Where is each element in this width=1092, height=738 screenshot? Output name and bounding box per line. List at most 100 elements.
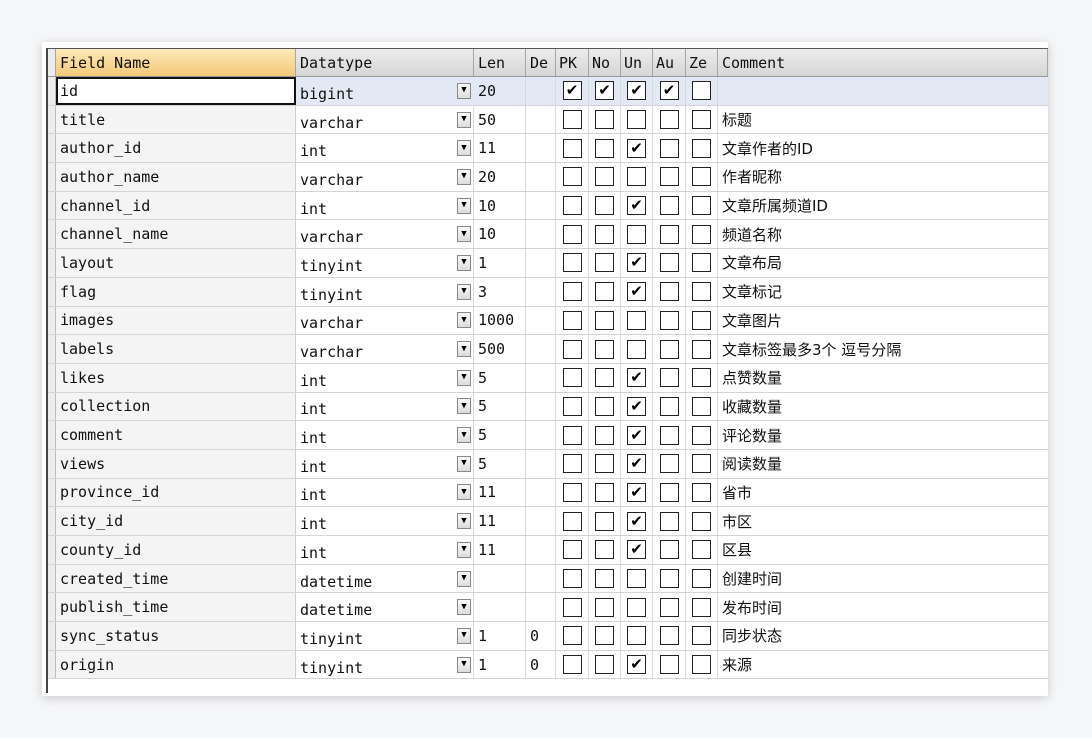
row-indicator[interactable]: [48, 277, 56, 306]
field-name-cell[interactable]: publish_time: [56, 593, 296, 622]
row-indicator[interactable]: [48, 593, 56, 622]
datatype-cell[interactable]: varchar: [296, 163, 474, 191]
pk-checkbox[interactable]: [562, 310, 582, 330]
row-indicator[interactable]: [48, 650, 56, 679]
datatype-cell[interactable]: int: [296, 421, 474, 449]
zerofill-checkbox[interactable]: [692, 626, 711, 646]
row-indicator[interactable]: [48, 105, 56, 134]
zerofill-checkbox[interactable]: [692, 196, 711, 216]
zerofill-checkbox[interactable]: [692, 138, 711, 158]
row-indicator[interactable]: [48, 77, 56, 105]
datatype-cell[interactable]: varchar: [296, 306, 474, 335]
chevron-down-icon[interactable]: ▼: [457, 455, 471, 472]
row-indicator[interactable]: [48, 421, 56, 449]
chevron-down-icon[interactable]: ▼: [457, 484, 471, 501]
datatype-cell[interactable]: int: [296, 392, 474, 421]
length-cell[interactable]: 1: [474, 622, 526, 650]
header-unsigned[interactable]: Un: [621, 49, 653, 76]
zerofill-checkbox[interactable]: [692, 368, 711, 388]
length-cell[interactable]: 5: [474, 421, 526, 449]
chevron-down-icon[interactable]: ▼: [457, 369, 471, 386]
chevron-down-icon[interactable]: ▼: [457, 226, 471, 243]
not-null-checkbox[interactable]: [595, 167, 614, 187]
default-cell[interactable]: [526, 449, 556, 478]
pk-checkbox[interactable]: [562, 454, 582, 474]
datatype-cell[interactable]: varchar: [296, 105, 474, 134]
auto-increment-checkbox[interactable]: [659, 310, 679, 330]
datatype-dropdown[interactable]: ▼: [454, 393, 474, 421]
datatype-dropdown[interactable]: ▼: [454, 622, 474, 650]
field-name-cell[interactable]: images: [56, 306, 296, 335]
auto-increment-checkbox[interactable]: [659, 196, 679, 216]
field-name-cell[interactable]: channel_name: [56, 220, 296, 249]
unsigned-checkbox[interactable]: [627, 569, 646, 589]
length-cell[interactable]: [474, 593, 526, 622]
pk-checkbox[interactable]: [562, 368, 582, 388]
datatype-cell[interactable]: datetime: [296, 593, 474, 622]
table-row[interactable]: labels varchar ▼ 500 文章标签最多3个 逗号分隔: [48, 335, 1048, 364]
comment-cell[interactable]: 评论数量: [718, 421, 1048, 449]
pk-checkbox[interactable]: [562, 425, 582, 445]
datatype-cell[interactable]: tinyint: [296, 277, 474, 306]
unsigned-checkbox[interactable]: ✔: [627, 81, 646, 101]
auto-increment-checkbox[interactable]: [659, 454, 679, 474]
not-null-checkbox[interactable]: ✔: [595, 81, 614, 101]
not-null-checkbox[interactable]: [595, 540, 614, 560]
not-null-checkbox[interactable]: [595, 454, 614, 474]
row-indicator[interactable]: [48, 306, 56, 335]
datatype-cell[interactable]: int: [296, 363, 474, 392]
field-name-cell[interactable]: created_time: [56, 564, 296, 593]
table-row[interactable]: created_time datetime ▼ 创建时间: [48, 564, 1048, 594]
default-cell[interactable]: [526, 593, 556, 622]
comment-cell[interactable]: 作者昵称: [718, 163, 1048, 191]
not-null-checkbox[interactable]: [595, 224, 614, 244]
auto-increment-checkbox[interactable]: [659, 110, 679, 130]
length-cell[interactable]: 10: [474, 191, 526, 220]
not-null-checkbox[interactable]: [595, 569, 614, 589]
pk-checkbox[interactable]: [562, 511, 582, 531]
datatype-dropdown[interactable]: ▼: [454, 220, 474, 248]
length-cell[interactable]: [474, 564, 526, 593]
auto-increment-checkbox[interactable]: [659, 396, 679, 416]
pk-checkbox[interactable]: [562, 597, 582, 617]
unsigned-checkbox[interactable]: [627, 597, 646, 617]
length-cell[interactable]: 5: [474, 363, 526, 392]
chevron-down-icon[interactable]: ▼: [457, 541, 471, 558]
auto-increment-checkbox[interactable]: [659, 655, 679, 675]
field-name-cell[interactable]: author_id: [56, 134, 296, 163]
datatype-cell[interactable]: tinyint: [296, 650, 474, 679]
comment-cell[interactable]: 点赞数量: [718, 364, 1048, 392]
datatype-cell[interactable]: int: [296, 449, 474, 478]
default-cell[interactable]: [526, 220, 556, 249]
chevron-down-icon[interactable]: ▼: [457, 111, 471, 128]
datatype-cell[interactable]: tinyint: [296, 249, 474, 277]
row-indicator[interactable]: [48, 478, 56, 507]
datatype-dropdown[interactable]: ▼: [454, 364, 474, 392]
unsigned-checkbox[interactable]: ✔: [627, 454, 646, 474]
zerofill-checkbox[interactable]: [692, 396, 711, 416]
length-cell[interactable]: 3: [474, 277, 526, 306]
comment-cell[interactable]: 同步状态: [718, 622, 1048, 650]
field-name-cell[interactable]: comment: [56, 421, 296, 449]
pk-checkbox[interactable]: [562, 540, 582, 560]
zerofill-checkbox[interactable]: [692, 253, 711, 273]
auto-increment-checkbox[interactable]: [659, 597, 679, 617]
auto-increment-checkbox[interactable]: [659, 569, 679, 589]
length-cell[interactable]: 11: [474, 134, 526, 163]
length-cell[interactable]: 5: [474, 449, 526, 478]
length-cell[interactable]: 500: [474, 335, 526, 363]
zerofill-checkbox[interactable]: [692, 81, 711, 101]
chevron-down-icon[interactable]: ▼: [457, 656, 471, 673]
pk-checkbox[interactable]: [562, 339, 582, 359]
auto-increment-checkbox[interactable]: [659, 368, 679, 388]
zerofill-checkbox[interactable]: [692, 167, 711, 187]
pk-checkbox[interactable]: [562, 110, 582, 130]
datatype-cell[interactable]: tinyint: [296, 622, 474, 650]
length-cell[interactable]: 11: [474, 507, 526, 535]
table-row[interactable]: layout tinyint ▼ 1 ✔ 文章布局: [48, 249, 1048, 278]
table-row[interactable]: channel_id int ▼ 10 ✔ 文章所属频道ID: [48, 191, 1048, 221]
auto-increment-checkbox[interactable]: [659, 282, 679, 302]
chevron-down-icon[interactable]: ▼: [457, 398, 471, 415]
unsigned-checkbox[interactable]: ✔: [627, 196, 646, 216]
row-indicator[interactable]: [48, 191, 56, 220]
